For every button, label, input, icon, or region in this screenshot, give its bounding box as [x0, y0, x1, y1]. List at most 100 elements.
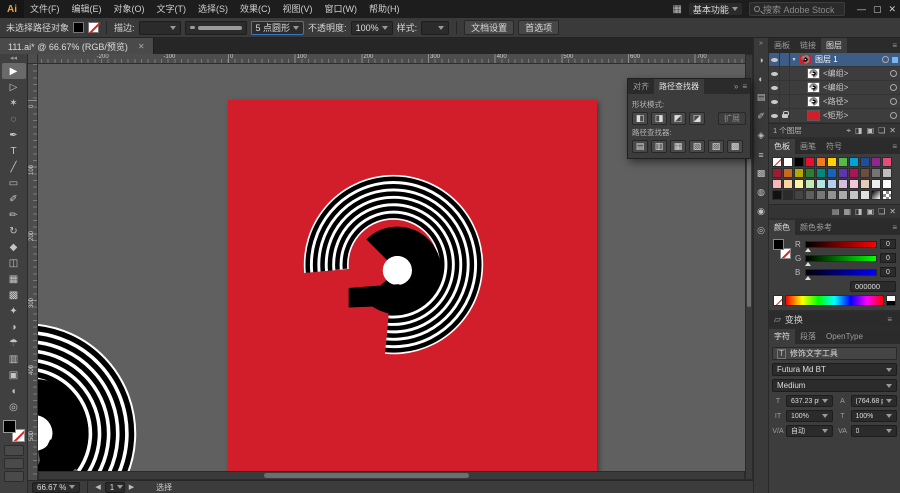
- layer-row[interactable]: <编组>: [769, 80, 900, 95]
- swatch[interactable]: [794, 157, 804, 167]
- tool-direct-selection[interactable]: ▷: [2, 79, 26, 95]
- font-size-field[interactable]: 637.23 pt: [786, 395, 833, 407]
- tool-zoom[interactable]: ◎: [2, 399, 26, 415]
- menubar-item-7[interactable]: 窗口(W): [319, 0, 364, 18]
- target-icon[interactable]: [890, 84, 897, 91]
- swatch[interactable]: [772, 179, 782, 189]
- tool-selection[interactable]: ▶: [1, 63, 26, 79]
- target-icon[interactable]: [882, 56, 889, 63]
- brush-definition-combo[interactable]: 5 点圆形: [250, 20, 305, 35]
- tool-column-graph[interactable]: ▥: [2, 351, 26, 367]
- layer-row[interactable]: ▼ 图层 1: [769, 52, 900, 67]
- channel-B-slider[interactable]: [805, 268, 877, 280]
- color-guide-panel-icon[interactable]: ◐: [755, 72, 768, 85]
- new-swatch-icon[interactable]: ❏: [878, 207, 885, 216]
- shape-mode-intersect-icon[interactable]: ◩: [670, 112, 686, 125]
- panel-menu-icon[interactable]: ≡: [892, 139, 900, 154]
- panel-menu-icon[interactable]: ≡: [892, 38, 900, 53]
- swatch[interactable]: [882, 157, 892, 167]
- target-icon[interactable]: [890, 112, 897, 119]
- artboard-number-field[interactable]: 1: [104, 481, 125, 493]
- panel-menu-icon[interactable]: ≡: [887, 312, 895, 327]
- swatch[interactable]: [882, 190, 892, 200]
- tab-symbols[interactable]: 符号: [821, 139, 847, 154]
- channel-G-slider[interactable]: [805, 254, 877, 266]
- tool-rectangle[interactable]: ▭: [2, 175, 26, 191]
- pathfinder-crop-icon[interactable]: ▧: [689, 140, 705, 153]
- swatch[interactable]: [860, 190, 870, 200]
- swatch[interactable]: [838, 168, 848, 178]
- horizontal-scrollbar[interactable]: [38, 471, 745, 480]
- none-color-swatch[interactable]: [773, 295, 783, 306]
- tracking-field[interactable]: 0: [850, 425, 897, 437]
- target-icon[interactable]: [890, 98, 897, 105]
- fill-stroke-widget[interactable]: [2, 419, 26, 443]
- tab-character[interactable]: 字符: [769, 329, 795, 344]
- next-artboard-button[interactable]: ▶: [129, 483, 134, 491]
- swatch-kinds-icon[interactable]: ▦: [843, 207, 851, 216]
- pathfinder-divide-icon[interactable]: ▤: [632, 140, 648, 153]
- black-white-swatches[interactable]: [886, 295, 896, 306]
- tab-links[interactable]: 链接: [795, 38, 821, 53]
- target-icon[interactable]: [890, 70, 897, 77]
- tab-artboards[interactable]: 画板: [769, 38, 795, 53]
- workspace-switcher[interactable]: 基本功能: [687, 2, 743, 16]
- tool-gradient[interactable]: ▩: [2, 287, 26, 303]
- delete-swatch-icon[interactable]: ✕: [889, 207, 896, 216]
- style-combo[interactable]: [421, 20, 450, 35]
- visibility-toggle[interactable]: [769, 80, 780, 95]
- swatch[interactable]: [871, 179, 881, 189]
- tool-paintbrush[interactable]: ✐: [2, 191, 26, 207]
- pathfinder-trim-icon[interactable]: ▥: [651, 140, 667, 153]
- arrange-documents-icon[interactable]: ▦: [672, 4, 681, 15]
- visibility-toggle[interactable]: [769, 66, 780, 81]
- swatch[interactable]: [794, 179, 804, 189]
- leading-field[interactable]: (764.68 pt): [850, 395, 897, 407]
- tab-opentype[interactable]: OpenType: [821, 329, 868, 344]
- swatch[interactable]: [816, 168, 826, 178]
- swatch[interactable]: [827, 157, 837, 167]
- preferences-button[interactable]: 首选项: [518, 20, 560, 35]
- pathfinder-outline-icon[interactable]: ▨: [708, 140, 724, 153]
- tool-scale[interactable]: ◆: [2, 239, 26, 255]
- color-panel-icon[interactable]: ◑: [755, 53, 768, 66]
- swatch[interactable]: [772, 157, 782, 167]
- tab-color-guide[interactable]: 颜色参考: [795, 220, 837, 235]
- tab-pathfinder[interactable]: 路径查找器: [654, 79, 704, 94]
- zoom-combo[interactable]: 66.67 %: [32, 481, 81, 493]
- swatch[interactable]: [860, 168, 870, 178]
- lock-toggle[interactable]: [780, 94, 790, 109]
- lock-toggle[interactable]: [780, 108, 790, 123]
- swatch[interactable]: [805, 157, 815, 167]
- swatch[interactable]: [816, 179, 826, 189]
- color-spectrum-bar[interactable]: [785, 295, 884, 306]
- swatch[interactable]: [838, 157, 848, 167]
- stroke-color-swatch[interactable]: [88, 22, 100, 33]
- font-family-select[interactable]: Futura Md BT: [772, 363, 897, 376]
- tab-layers[interactable]: 图层: [821, 38, 847, 53]
- appearance-panel-icon[interactable]: ◉: [755, 205, 768, 218]
- tool-rotate[interactable]: ↻: [2, 223, 26, 239]
- tool-magic-wand[interactable]: ✶: [2, 95, 26, 111]
- swatch[interactable]: [783, 190, 793, 200]
- visibility-toggle[interactable]: [769, 52, 780, 67]
- shape-mode-minus-front-icon[interactable]: ◨: [651, 112, 667, 125]
- swatch[interactable]: [772, 190, 782, 200]
- tool-pen[interactable]: ✒: [2, 127, 26, 143]
- menubar-item-0[interactable]: 文件(F): [24, 0, 66, 18]
- tool-hand[interactable]: ◖: [2, 383, 26, 399]
- channel-R-slider[interactable]: [805, 240, 877, 252]
- document-tab[interactable]: 111.ai* @ 66.67% (RGB/预览) ✕: [0, 38, 154, 54]
- slider-knob[interactable]: [805, 261, 811, 266]
- panel-collapse-icon[interactable]: »: [734, 82, 738, 91]
- tool-type[interactable]: T: [2, 143, 26, 159]
- tab-brushes[interactable]: 画笔: [795, 139, 821, 154]
- swatch[interactable]: [882, 179, 892, 189]
- visibility-toggle[interactable]: [769, 94, 780, 109]
- swatch[interactable]: [882, 168, 892, 178]
- fill-color-well[interactable]: [2, 420, 16, 433]
- swatch[interactable]: [816, 190, 826, 200]
- swatch[interactable]: [860, 179, 870, 189]
- slider-knob[interactable]: [805, 275, 811, 280]
- tool-blend[interactable]: ◑: [2, 319, 26, 335]
